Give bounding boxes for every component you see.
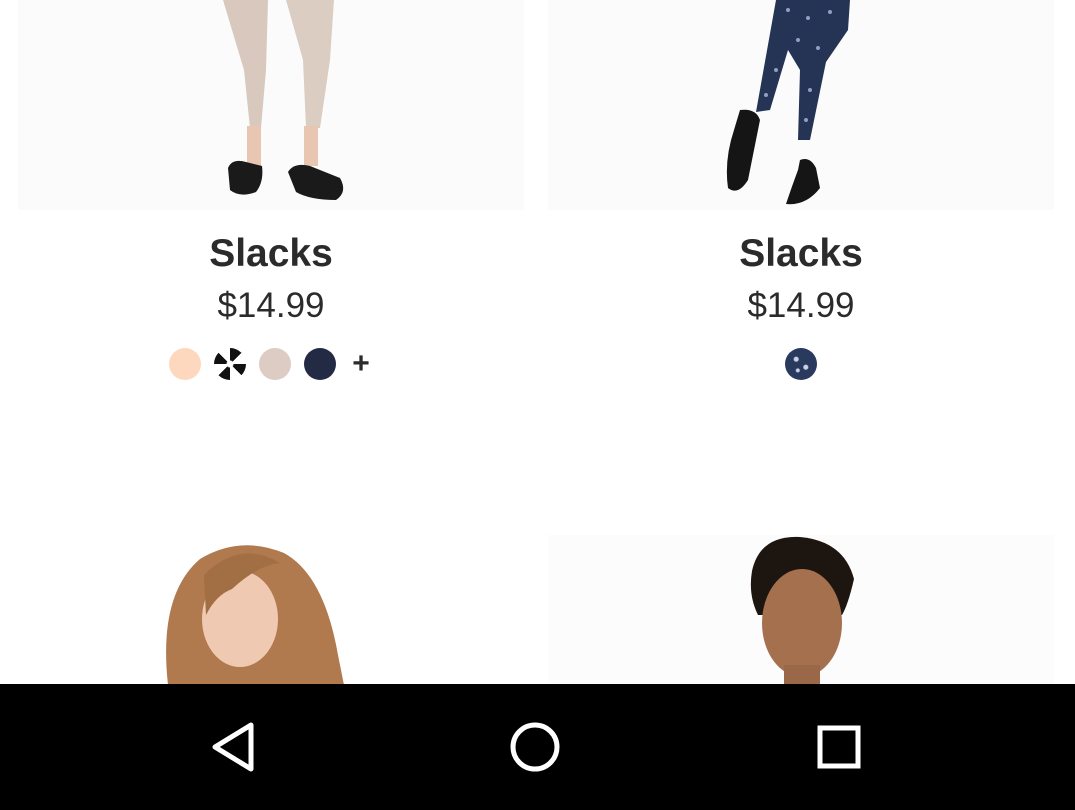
product-title[interactable]: Slacks	[18, 232, 524, 276]
peach-swatch[interactable]	[169, 348, 201, 380]
product-price: $14.99	[747, 286, 855, 325]
navy-swatch[interactable]	[304, 348, 336, 380]
back-button[interactable]	[198, 714, 268, 780]
black-white-pattern-swatch[interactable]	[214, 348, 246, 380]
recents-icon	[817, 725, 861, 769]
product-photo-woman-blonde	[166, 545, 344, 684]
product-image[interactable]	[18, 0, 524, 210]
color-swatches: +	[18, 348, 524, 380]
product-price: $14.99	[217, 286, 325, 325]
product-photo-beige-slacks	[223, 0, 344, 200]
beige-swatch[interactable]	[259, 348, 291, 380]
product-image[interactable]	[548, 535, 1054, 684]
system-navigation-bar	[0, 684, 1075, 810]
navy-print-swatch[interactable]	[785, 348, 817, 380]
home-button[interactable]	[500, 714, 570, 780]
product-title[interactable]: Slacks	[548, 232, 1054, 276]
more-colors-button[interactable]: +	[349, 348, 373, 380]
product-image[interactable]	[18, 535, 524, 684]
product-photo-navy-print-slacks	[726, 0, 850, 205]
home-icon	[510, 722, 560, 772]
color-swatches	[548, 348, 1054, 380]
product-image[interactable]	[548, 0, 1054, 210]
recents-button[interactable]	[804, 714, 874, 780]
product-grid: Slacks $14.99 + Slacks $14.99	[0, 0, 1075, 684]
product-photo-woman-dark-hair	[750, 536, 854, 684]
back-icon	[212, 722, 254, 772]
